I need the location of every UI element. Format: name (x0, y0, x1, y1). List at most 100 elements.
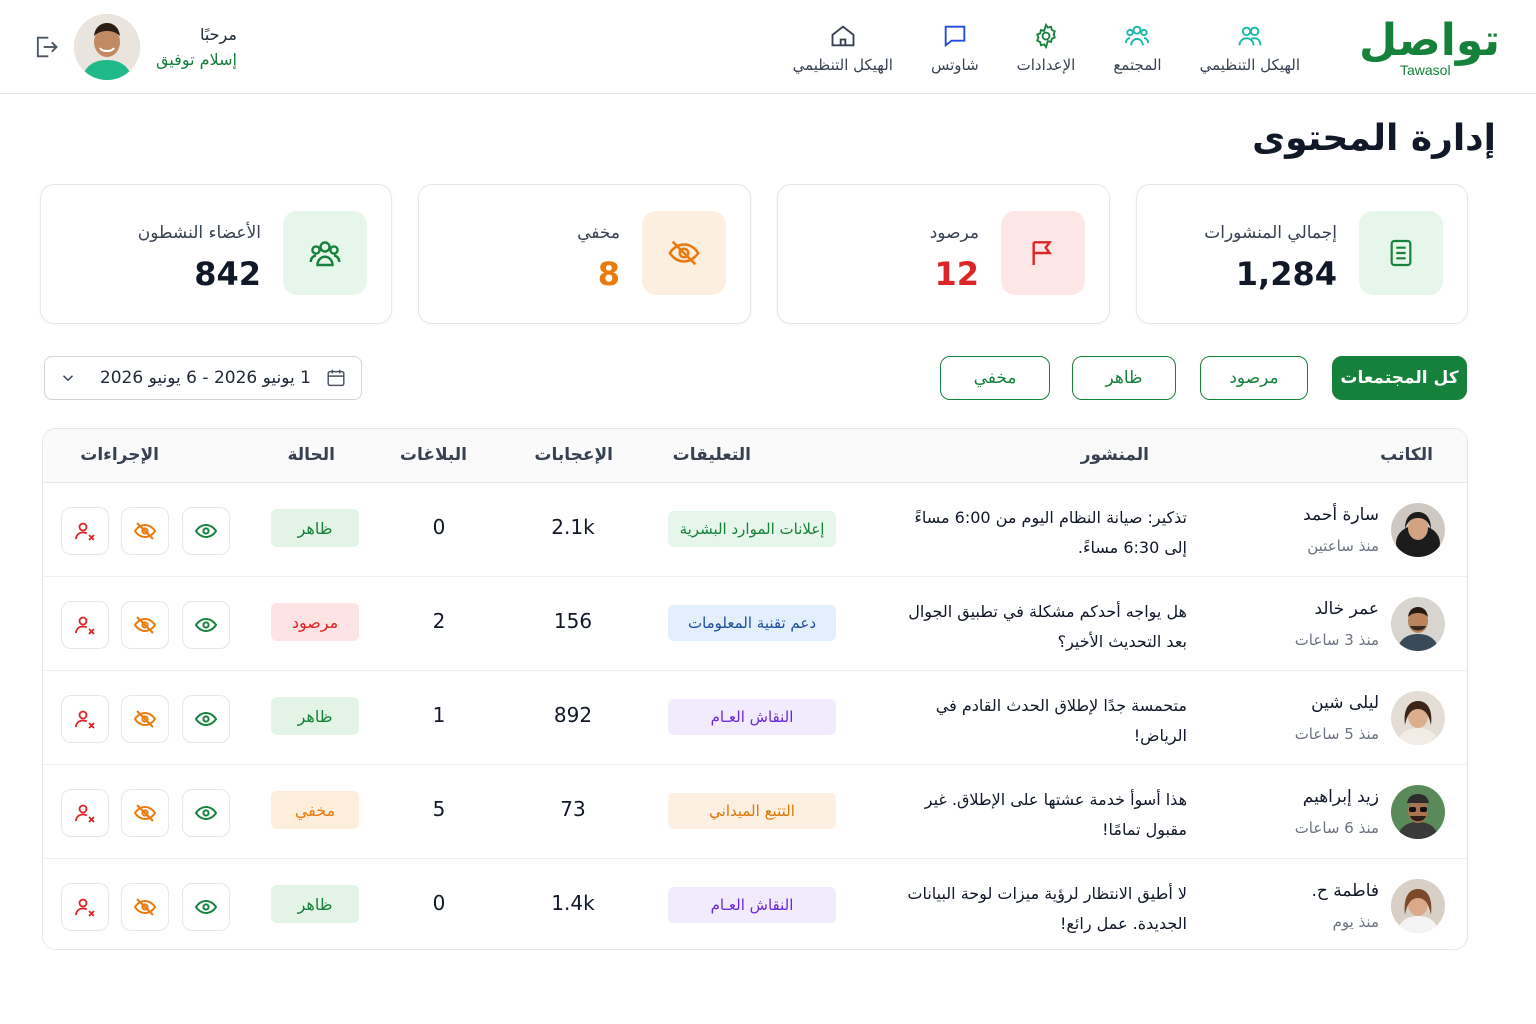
nav-item-settings[interactable]: الإعدادات (1016, 22, 1076, 74)
nav-label: شاوتس (930, 56, 979, 74)
remove-user-button[interactable] (61, 601, 109, 649)
eye-off-icon (133, 616, 157, 634)
author-name[interactable]: سارة أحمد (1303, 505, 1379, 525)
stat-value: 842 (194, 255, 261, 293)
hide-button[interactable] (121, 695, 169, 743)
post-time: منذ 3 ساعات (1294, 631, 1379, 649)
community-tag[interactable]: النقاش العـام (668, 887, 836, 923)
eye-off-icon (133, 898, 157, 916)
post-text[interactable]: لا أطيق الانتظار لرؤية ميزات لوحة البيان… (887, 879, 1187, 939)
filter-all-communities-button[interactable]: كل المجتمعات (1332, 356, 1467, 400)
filter-flagged-button[interactable]: مرصود (1200, 356, 1308, 400)
filter-hidden-button[interactable]: مخفي (940, 356, 1050, 400)
page-title: إدارة المحتوى (1252, 118, 1496, 159)
column-header-actions: الإجراءات (80, 445, 159, 465)
reports-count: 0 (432, 515, 446, 539)
author-avatar[interactable] (1391, 503, 1445, 557)
user-panel: مرحبًا إسلام توفيق (32, 14, 237, 80)
author-avatar[interactable] (1391, 691, 1445, 745)
stat-label: الأعضاء النشطون (137, 223, 261, 243)
community-tag[interactable]: إعلانات الموارد البشرية (668, 511, 836, 547)
hide-button[interactable] (121, 601, 169, 649)
table-row[interactable]: ليلى شين منذ 5 ساعات متحمسة جدًا لإطلاق … (43, 671, 1467, 765)
post-text[interactable]: تذكير: صيانة النظام اليوم من 6:00 مساءً … (887, 503, 1187, 563)
remove-user-button[interactable] (61, 695, 109, 743)
status-badge: ظاهر (271, 697, 359, 735)
column-header-reports: البلاغات (399, 445, 467, 465)
likes-count: 156 (553, 609, 593, 633)
table-row[interactable]: فاطمة ح. منذ يوم لا أطيق الانتظار لرؤية … (43, 859, 1467, 949)
table-row[interactable]: عمر خالد منذ 3 ساعات هل يواجه أحدكم مشكل… (43, 577, 1467, 671)
filter-visible-button[interactable]: ظاهر (1072, 356, 1176, 400)
community-tag[interactable]: النقاش العـام (668, 699, 836, 735)
post-text[interactable]: متحمسة جدًا لإطلاق الحدث القادم في الريا… (887, 691, 1187, 751)
author-avatar[interactable] (1391, 785, 1445, 839)
author-name[interactable]: عمر خالد (1314, 599, 1379, 619)
reports-count: 5 (432, 797, 446, 821)
post-time: منذ ساعتين (1307, 537, 1379, 555)
reports-count: 1 (432, 703, 446, 727)
community-tag[interactable]: التتبع الميداني (668, 793, 836, 829)
author-name[interactable]: فاطمة ح. (1311, 881, 1379, 901)
hide-button[interactable] (121, 883, 169, 931)
stat-value: 8 (597, 255, 620, 293)
brand-name-en: Tawasol (1400, 62, 1451, 78)
remove-user-button[interactable] (61, 789, 109, 837)
author-avatar[interactable] (1391, 879, 1445, 933)
chat-icon (944, 25, 966, 48)
nav-label: الإعدادات (1016, 56, 1076, 74)
nav-item-org-structure[interactable]: الهيكل التنظيمي (1200, 22, 1300, 74)
view-button[interactable] (182, 789, 230, 837)
nav-label: الهيكل التنظيمي (792, 56, 893, 74)
view-button[interactable] (182, 601, 230, 649)
likes-count: 1.4k (551, 891, 595, 915)
nav-item-home[interactable]: الهيكل التنظيمي (793, 22, 893, 74)
greeting-text: مرحبًا (199, 25, 237, 44)
avatar[interactable] (74, 14, 140, 80)
stat-card-hidden: مخفي 8 (418, 184, 751, 324)
eye-off-icon (642, 211, 726, 295)
post-time: منذ يوم (1332, 913, 1379, 931)
column-header-comments: التعليقات (672, 445, 751, 465)
stat-label: إجمالي المنشورات (1204, 223, 1337, 243)
date-range-picker[interactable]: 1 يونيو 2026 - 6 يونيو 2026 (44, 356, 362, 400)
stat-card-flagged: مرصود 12 (777, 184, 1110, 324)
brand-name-ar: تواصل (1359, 15, 1500, 66)
status-badge: مخفي (271, 791, 359, 829)
user-info: مرحبًا إسلام توفيق (156, 25, 237, 69)
reports-count: 0 (432, 891, 446, 915)
nav-item-community[interactable]: المجتمع (1113, 22, 1162, 74)
reports-count: 2 (432, 609, 446, 633)
posts-table: الكاتب المنشور التعليقات الإعجابات البلا… (42, 428, 1468, 950)
hide-button[interactable] (121, 789, 169, 837)
hide-button[interactable] (121, 507, 169, 555)
view-button[interactable] (182, 695, 230, 743)
author-name[interactable]: ليلى شين (1311, 693, 1379, 713)
table-row[interactable]: زيد إبراهيم منذ 6 ساعات هذا أسوأ خدمة عش… (43, 765, 1467, 859)
remove-user-button[interactable] (61, 883, 109, 931)
remove-user-button[interactable] (61, 507, 109, 555)
community-tag[interactable]: دعم تقنية المعلومات (668, 605, 836, 641)
status-badge: ظاهر (271, 509, 359, 547)
top-header: تواصل Tawasol الهيكل التنظيمي المجتمع ال… (0, 0, 1536, 94)
eye-off-icon (133, 710, 157, 728)
gear-icon (1036, 22, 1056, 50)
eye-icon (194, 617, 218, 633)
nav-item-chats[interactable]: شاوتس (931, 22, 979, 74)
post-text[interactable]: هل يواجه أحدكم مشكلة في تطبيق الجوال بعد… (887, 597, 1187, 657)
home-icon (831, 25, 855, 47)
post-time: منذ 5 ساعات (1294, 725, 1379, 743)
user-remove-icon (75, 804, 95, 823)
brand-logo[interactable]: تواصل Tawasol (1359, 15, 1500, 79)
post-text[interactable]: هذا أسوأ خدمة عشتها على الإطلاق. غير مقب… (887, 785, 1187, 845)
table-row[interactable]: سارة أحمد منذ ساعتين تذكير: صيانة النظام… (43, 483, 1467, 577)
author-avatar[interactable] (1391, 597, 1445, 651)
logout-icon[interactable] (32, 33, 60, 61)
flag-icon (1001, 211, 1085, 295)
chevron-down-icon (62, 375, 74, 382)
author-name[interactable]: زيد إبراهيم (1303, 787, 1379, 807)
view-button[interactable] (182, 883, 230, 931)
eye-icon (194, 805, 218, 821)
view-button[interactable] (182, 507, 230, 555)
likes-count: 892 (553, 703, 593, 727)
